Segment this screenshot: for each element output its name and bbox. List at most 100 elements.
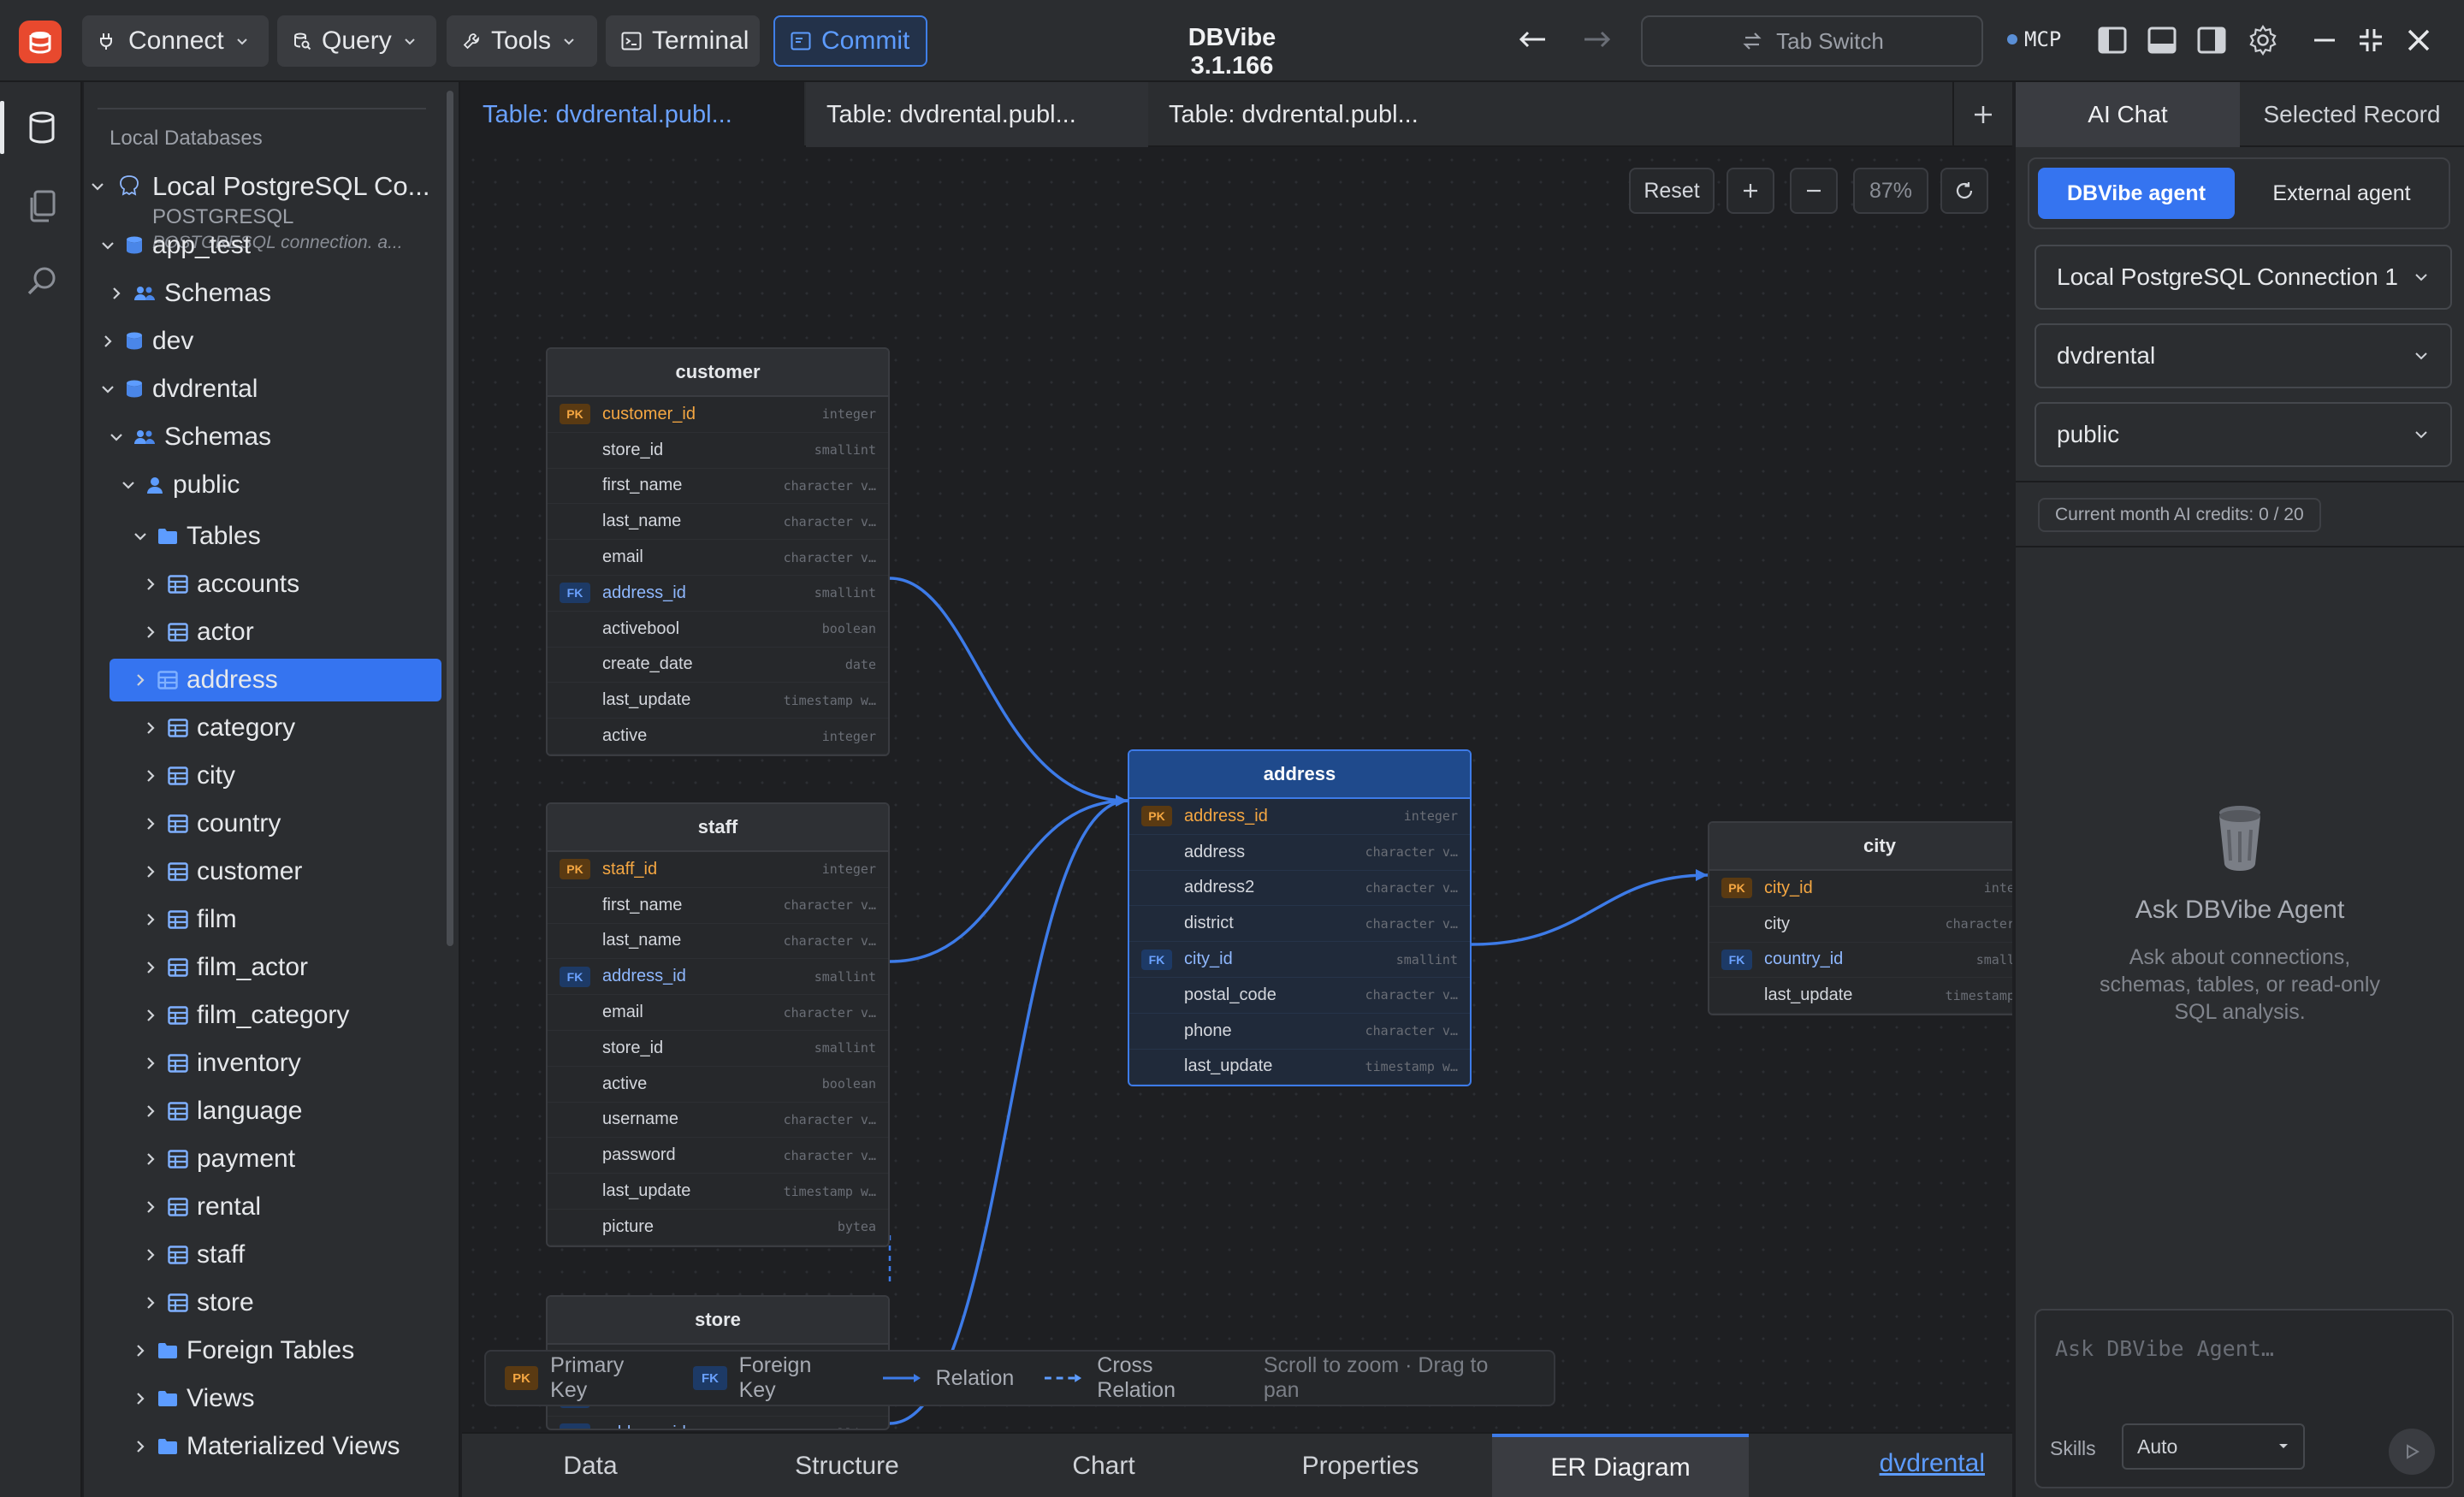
er-column[interactable]: FKaddress_idsmallint bbox=[548, 1417, 888, 1429]
er-column[interactable]: password character v… bbox=[548, 1138, 888, 1175]
chevron-right-icon[interactable] bbox=[142, 719, 159, 737]
database-icon[interactable] bbox=[0, 101, 62, 154]
er-column[interactable]: first_name character v… bbox=[548, 469, 888, 505]
tree-item-film-actor[interactable]: film_actor bbox=[142, 946, 308, 989]
chevron-right-icon[interactable] bbox=[132, 1342, 149, 1359]
back-arrow-icon[interactable] bbox=[1516, 22, 1550, 64]
er-column[interactable]: store_id smallint bbox=[548, 1031, 888, 1067]
chevron-down-icon[interactable] bbox=[99, 237, 116, 254]
new-tab-button[interactable] bbox=[1952, 82, 2012, 147]
er-column[interactable]: last_update timestamp w… bbox=[1709, 978, 2012, 1015]
chevron-right-icon[interactable] bbox=[142, 1294, 159, 1311]
er-column[interactable]: username character v… bbox=[548, 1103, 888, 1139]
send-button[interactable] bbox=[2389, 1429, 2435, 1475]
tree-item-folder[interactable]: Materialized Views bbox=[132, 1425, 400, 1468]
tree-item-db[interactable]: app_test bbox=[99, 224, 251, 267]
er-column[interactable]: phone character v… bbox=[1129, 1014, 1470, 1050]
editor-tab[interactable]: Table: dvdrental.publ... bbox=[806, 82, 1148, 147]
er-column[interactable]: PK customer_id integer bbox=[548, 397, 888, 433]
bottom-panel-toggle-icon[interactable] bbox=[2144, 22, 2180, 58]
chevron-right-icon[interactable] bbox=[142, 624, 159, 641]
tree-item-country[interactable]: country bbox=[142, 802, 281, 845]
sidebar-scrollbar[interactable] bbox=[447, 91, 453, 946]
minimize-icon[interactable] bbox=[2307, 22, 2343, 58]
er-column[interactable]: last_update timestamp w… bbox=[548, 1174, 888, 1210]
er-table-customer[interactable]: customer PK customer_id integer store_id smal… bbox=[546, 347, 890, 756]
tree-item-address[interactable]: address bbox=[110, 659, 441, 701]
mcp-status[interactable]: MCP bbox=[2007, 27, 2061, 51]
er-column[interactable]: active boolean bbox=[548, 1067, 888, 1103]
er-column[interactable]: district character v… bbox=[1129, 906, 1470, 943]
er-column[interactable]: store_id smallint bbox=[548, 433, 888, 469]
query-button[interactable]: Query bbox=[277, 15, 436, 67]
external-agent-button[interactable]: External agent bbox=[2243, 168, 2440, 219]
er-column[interactable]: PK address_id integer bbox=[1129, 799, 1470, 835]
tree-item-city[interactable]: city bbox=[142, 754, 235, 797]
tree-item-folder[interactable]: Foreign Tables bbox=[132, 1329, 354, 1372]
tree-item-schema[interactable]: Schemas bbox=[108, 272, 271, 315]
chevron-right-icon[interactable] bbox=[142, 1055, 159, 1072]
chevron-right-icon[interactable] bbox=[142, 959, 159, 976]
tree-item-language[interactable]: language bbox=[142, 1090, 302, 1133]
chevron-right-icon[interactable] bbox=[142, 1151, 159, 1168]
chevron-right-icon[interactable] bbox=[142, 1198, 159, 1216]
forward-arrow-icon[interactable] bbox=[1579, 22, 1614, 64]
tab-chart[interactable]: Chart bbox=[975, 1434, 1232, 1497]
chat-input[interactable]: Ask DBVibe Agent… Skills Auto bbox=[2035, 1309, 2454, 1488]
tree-item-accounts[interactable]: accounts bbox=[142, 563, 299, 606]
tree-item-folder[interactable]: Tables bbox=[132, 515, 261, 558]
tree-item-store[interactable]: store bbox=[142, 1281, 254, 1324]
er-column[interactable]: last_update timestamp w… bbox=[548, 683, 888, 719]
tree-item-rental[interactable]: rental bbox=[142, 1186, 261, 1228]
tree-item-inventory[interactable]: inventory bbox=[142, 1042, 301, 1085]
restore-icon[interactable] bbox=[2353, 22, 2389, 58]
tab-structure[interactable]: Structure bbox=[719, 1434, 975, 1497]
chevron-down-icon[interactable] bbox=[120, 476, 137, 494]
chevron-right-icon[interactable] bbox=[142, 911, 159, 928]
chevron-right-icon[interactable] bbox=[142, 863, 159, 880]
er-column[interactable]: active integer bbox=[548, 719, 888, 754]
tab-data[interactable]: Data bbox=[462, 1434, 719, 1497]
connect-button[interactable]: Connect bbox=[82, 15, 269, 67]
er-table-city[interactable]: city PK city_id integer city character v… FK co… bbox=[1708, 821, 2012, 1016]
chevron-right-icon[interactable] bbox=[108, 285, 125, 302]
tree-item-film[interactable]: film bbox=[142, 898, 237, 941]
er-column[interactable]: email character v… bbox=[548, 995, 888, 1031]
er-table-staff[interactable]: staff PK staff_id integer first_name characte… bbox=[546, 802, 890, 1247]
er-column[interactable]: postal_code character v… bbox=[1129, 978, 1470, 1014]
chevron-right-icon[interactable] bbox=[142, 1007, 159, 1024]
tree-item-customer[interactable]: customer bbox=[142, 850, 302, 893]
er-column[interactable]: email character v… bbox=[548, 540, 888, 576]
er-table-address[interactable]: address PK address_id integer address charact… bbox=[1128, 749, 1472, 1087]
gear-icon[interactable] bbox=[2245, 22, 2281, 58]
files-icon[interactable] bbox=[22, 186, 62, 226]
er-column[interactable]: create_date date bbox=[548, 648, 888, 683]
search-icon[interactable] bbox=[22, 262, 62, 301]
close-icon[interactable] bbox=[2401, 22, 2437, 58]
tools-button[interactable]: Tools bbox=[447, 15, 597, 67]
skills-select[interactable]: Auto bbox=[2122, 1423, 2305, 1470]
tab-properties[interactable]: Properties bbox=[1232, 1434, 1489, 1497]
er-column[interactable]: FKaddress_idsmallint bbox=[548, 959, 888, 996]
zoom-in-button[interactable] bbox=[1727, 168, 1774, 214]
er-column[interactable]: PK staff_id integer bbox=[548, 852, 888, 888]
er-column[interactable]: FK country_id smallint bbox=[1709, 943, 2012, 979]
chevron-right-icon[interactable] bbox=[99, 333, 116, 350]
er-column[interactable]: first_name character v… bbox=[548, 888, 888, 924]
schema-select[interactable]: public bbox=[2035, 402, 2452, 467]
chevron-right-icon[interactable] bbox=[142, 576, 159, 593]
database-link[interactable]: dvdrental bbox=[1880, 1449, 1985, 1478]
left-panel-toggle-icon[interactable] bbox=[2094, 22, 2130, 58]
chevron-down-icon[interactable] bbox=[99, 381, 116, 398]
editor-tab[interactable]: Table: dvdrental.publ... bbox=[462, 82, 804, 147]
er-column[interactable]: activebool boolean bbox=[548, 612, 888, 648]
er-column[interactable]: address2 character v… bbox=[1129, 871, 1470, 907]
tree-item-film-category[interactable]: film_category bbox=[142, 994, 349, 1037]
tree-item-folder[interactable]: Views bbox=[132, 1377, 254, 1420]
chevron-right-icon[interactable] bbox=[132, 672, 149, 689]
tab-ai-chat[interactable]: AI Chat bbox=[2016, 82, 2240, 147]
zoom-out-button[interactable] bbox=[1790, 168, 1838, 214]
tab-switch-button[interactable]: Tab Switch bbox=[1641, 15, 1983, 67]
er-column[interactable]: picture bytea bbox=[548, 1210, 888, 1246]
right-panel-toggle-icon[interactable] bbox=[2194, 22, 2230, 58]
